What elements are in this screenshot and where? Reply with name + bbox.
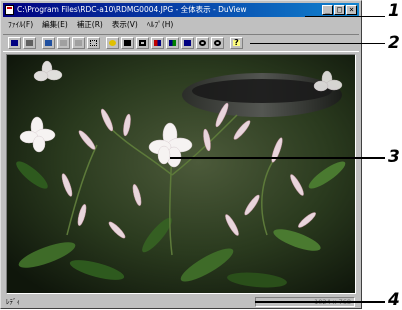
zoom-in-icon[interactable] <box>196 37 209 49</box>
minimize-button[interactable]: _ <box>322 5 333 15</box>
status-text: ﾚﾃﾞｨ <box>6 298 20 306</box>
callout-line-1 <box>305 16 385 17</box>
save-icon[interactable] <box>8 37 21 49</box>
paste-icon[interactable] <box>57 37 70 49</box>
maximize-button[interactable]: □ <box>334 5 345 15</box>
window-title: C:\Program Files\RDC-a10\RDMG0004.JPG - … <box>17 5 247 14</box>
callout-3: 3 <box>388 147 400 167</box>
print-icon[interactable] <box>23 37 36 49</box>
callout-line-3 <box>170 157 385 159</box>
image-viewport[interactable] <box>6 54 356 294</box>
menu-bar: ﾌｧｲﾙ(F) 編集(E) 補正(R) 表示(V) ﾍﾙﾌﾟ(H) <box>3 18 359 32</box>
color-icon[interactable] <box>151 37 164 49</box>
menu-help[interactable]: ﾍﾙﾌﾟ(H) <box>147 18 174 32</box>
zoom-out-icon[interactable] <box>211 37 224 49</box>
callout-2: 2 <box>388 33 400 53</box>
callout-1: 1 <box>388 1 400 21</box>
select-icon[interactable] <box>87 37 100 49</box>
callout-4: 4 <box>388 290 400 310</box>
copy-icon[interactable] <box>42 37 55 49</box>
close-button[interactable]: × <box>346 5 357 15</box>
brightness-icon[interactable] <box>106 37 119 49</box>
app-icon[interactable] <box>5 5 14 15</box>
crop-icon[interactable] <box>72 37 85 49</box>
menu-edit[interactable]: 編集(E) <box>42 18 68 32</box>
help-icon[interactable]: ? <box>230 37 243 49</box>
callout-line-4 <box>255 301 385 303</box>
level-icon[interactable] <box>121 37 134 49</box>
menu-adjust[interactable]: 補正(R) <box>77 18 103 32</box>
fit-icon[interactable] <box>166 37 179 49</box>
title-bar[interactable]: C:\Program Files\RDC-a10\RDMG0004.JPG - … <box>3 3 359 17</box>
callout-line-2 <box>250 43 385 44</box>
frame-icon[interactable] <box>136 37 149 49</box>
menu-file[interactable]: ﾌｧｲﾙ(F) <box>8 18 33 32</box>
jasmine-photo <box>7 55 355 293</box>
duview-window: C:\Program Files\RDC-a10\RDMG0004.JPG - … <box>0 0 362 309</box>
fullscreen-icon[interactable] <box>181 37 194 49</box>
menu-view[interactable]: 表示(V) <box>112 18 138 32</box>
